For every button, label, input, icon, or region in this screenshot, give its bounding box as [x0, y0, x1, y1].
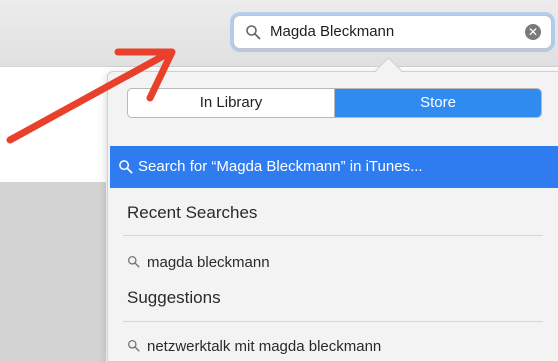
search-icon — [246, 25, 261, 40]
red-arrow-icon — [6, 48, 176, 144]
search-icon — [127, 339, 140, 352]
suggestions-heading: Suggestions — [127, 288, 221, 307]
left-pane — [0, 182, 106, 362]
recent-search-label: magda bleckmann — [147, 254, 270, 271]
scope-store[interactable]: Store — [335, 89, 541, 117]
suggestion-item[interactable]: netzwerktalk mit magda bleckmann — [127, 338, 381, 355]
recent-searches-heading: Recent Searches — [127, 203, 258, 222]
search-field[interactable]: Magda Bleckmann ✕ — [233, 15, 552, 49]
suggestion-label: netzwerktalk mit magda bleckmann — [147, 338, 382, 355]
search-input[interactable]: Magda Bleckmann — [270, 23, 394, 40]
search-icon — [127, 255, 140, 268]
divider — [123, 235, 543, 236]
clear-search-icon[interactable]: ✕ — [525, 24, 541, 40]
divider — [123, 321, 543, 322]
recent-search-item[interactable]: magda bleckmann — [127, 254, 270, 271]
